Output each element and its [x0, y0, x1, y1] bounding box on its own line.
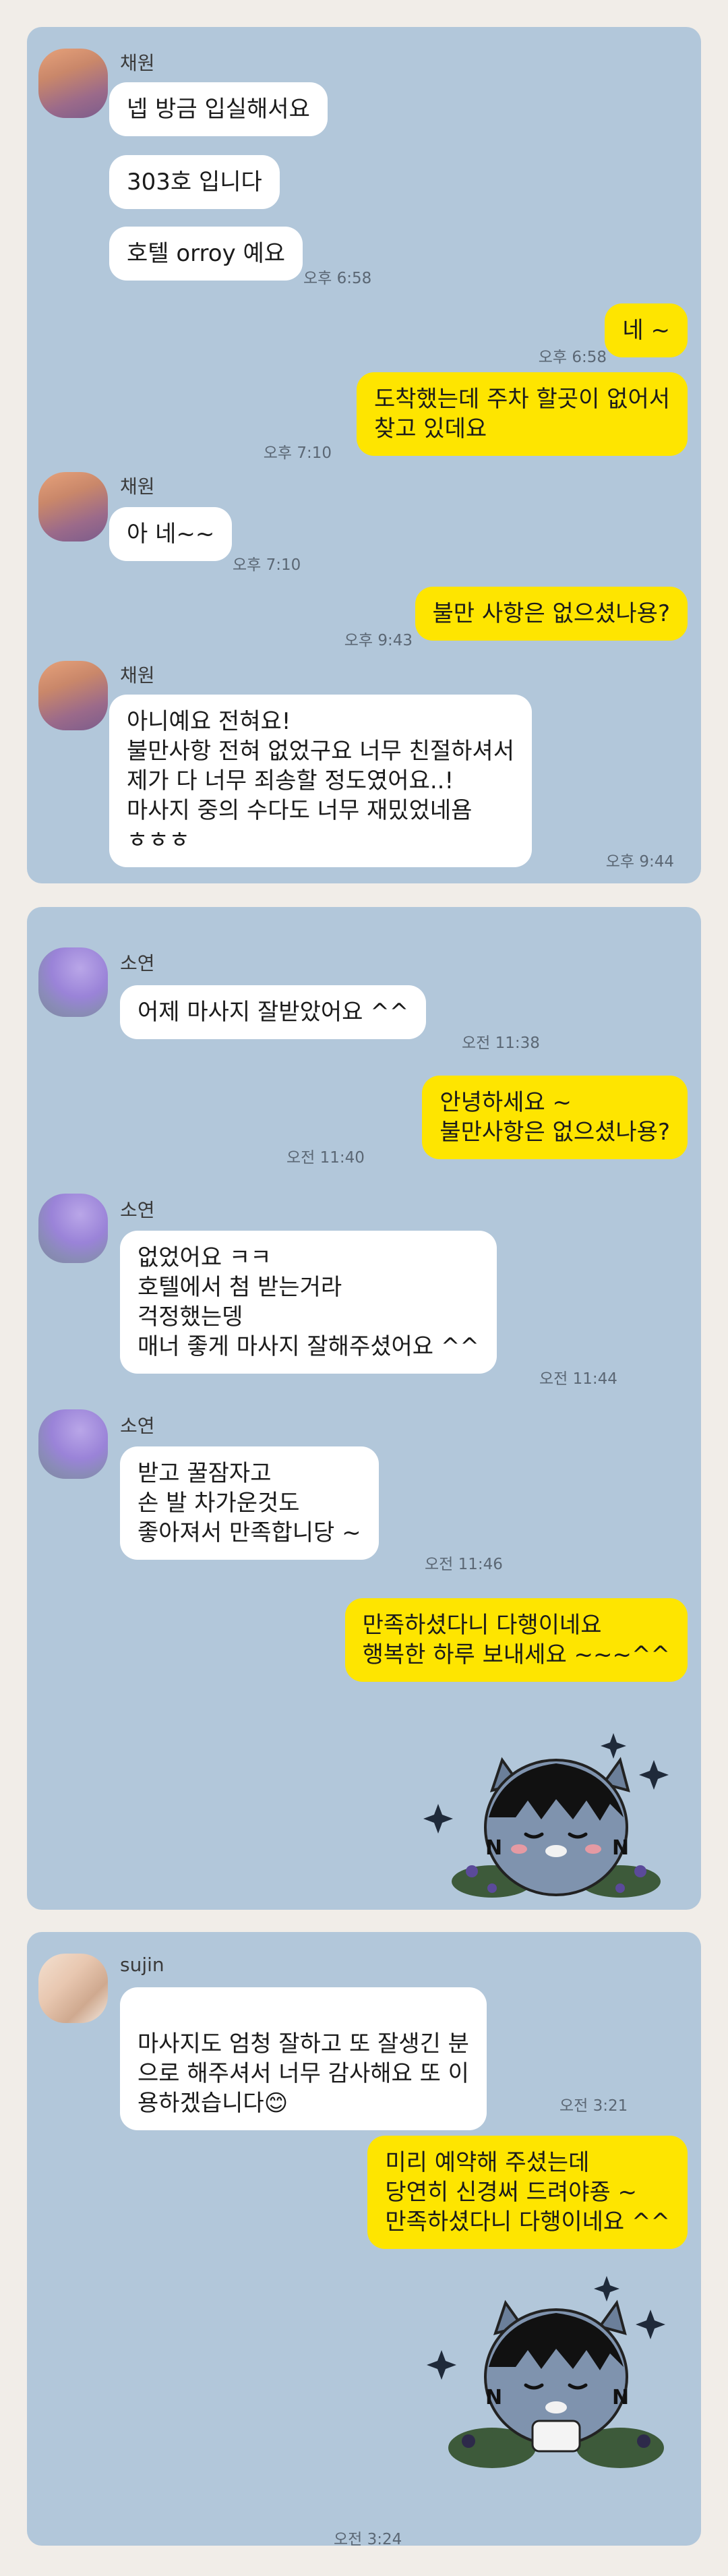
message-bubble[interactable]: 미리 예약해 주셨는데 당연히 신경써 드려야죵 ~ 만족하셨다니 다행이네요 …	[367, 2136, 688, 2249]
message-text: 마사지도 엄청 잘하고 또 잘생긴 분 으로 해주셔서 너무 감사해요 또 이 …	[138, 2030, 469, 2117]
message-bubble[interactable]: 호텔 orroy 예요	[109, 227, 303, 281]
sender-name: 소연	[120, 1415, 155, 1437]
chat-panel-3: sujin 마사지도 엄청 잘하고 또 잘생긴 분 으로 해주셔서 너무 감사해…	[27, 1932, 701, 2548]
avatar[interactable]	[38, 49, 108, 118]
message-time: 오전 3:21	[559, 2097, 628, 2115]
smile-emoji-icon: 😊	[264, 2090, 289, 2117]
message-bubble[interactable]: 불만 사항은 없으셨나용?	[415, 587, 688, 641]
chat-panel-2: 소연 어제 마사지 잘받았어요 ^^ 오전 11:38 안녕하세요 ~ 불만사항…	[27, 907, 701, 1910]
sticker-icon[interactable]: N N	[418, 1726, 694, 1898]
message-time: 오후 7:10	[263, 444, 332, 462]
sticker-icon[interactable]: N N	[418, 2269, 694, 2471]
message-time: 오후 6:58	[538, 349, 607, 366]
message-bubble[interactable]: 네 ~	[605, 303, 688, 357]
avatar[interactable]	[38, 661, 108, 730]
message-time: 오후 7:10	[233, 556, 301, 574]
message-bubble[interactable]: 안녕하세요 ~ 불만사항은 없으셨나용?	[422, 1076, 688, 1159]
message-bubble[interactable]: 아니예요 전혀요! 불만사항 전혀 없었구요 너무 친절하셔서 제가 다 너무 …	[109, 695, 532, 867]
chat-panel-1: 채원 넵 방금 입실해서요 303호 입니다 호텔 orroy 예요 오후 6:…	[27, 27, 701, 883]
message-bubble[interactable]: 어제 마사지 잘받았어요 ^^	[120, 985, 427, 1039]
message-time: 오전 11:46	[425, 1556, 503, 1573]
svg-text:N: N	[485, 2386, 502, 2409]
sender-name: 소연	[120, 952, 155, 974]
message-time: 오후 9:43	[344, 632, 413, 649]
message-bubble[interactable]: 만족하셨다니 다행이네요 행복한 하루 보내세요 ~~~^^	[344, 1598, 688, 1682]
svg-text:N: N	[612, 1836, 629, 1860]
message-time: 오전 3:24	[334, 2531, 402, 2548]
message-bubble[interactable]: 303호 입니다	[109, 155, 280, 209]
svg-text:N: N	[612, 2386, 629, 2409]
message-bubble[interactable]: 마사지도 엄청 잘하고 또 잘생긴 분 으로 해주셔서 너무 감사해요 또 이 …	[120, 1987, 487, 2130]
message-time: 오후 9:44	[605, 853, 674, 871]
message-bubble[interactable]: 없었어요 ㅋㅋ 호텔에서 첨 받는거라 걱정했는뎅 매너 좋게 마사지 잘해주셨…	[120, 1231, 497, 1374]
message-bubble[interactable]: 도착했는데 주차 할곳이 없어서 찾고 있데요	[356, 372, 688, 456]
message-time: 오전 11:44	[539, 1370, 617, 1388]
avatar[interactable]	[38, 1954, 108, 2023]
avatar[interactable]	[38, 1409, 108, 1479]
message-bubble[interactable]: 받고 꿀잠자고 손 발 차가운것도 좋아져서 만족합니당 ~	[120, 1446, 379, 1560]
sender-name: 소연	[120, 1199, 155, 1221]
message-bubble[interactable]: 아 네~~	[109, 507, 233, 561]
sender-name: 채원	[120, 52, 155, 74]
message-bubble[interactable]: 넵 방금 입실해서요	[109, 82, 328, 136]
sender-name: 채원	[120, 664, 155, 686]
message-time: 오후 6:58	[303, 270, 372, 287]
message-time: 오전 11:40	[286, 1149, 365, 1167]
sender-name: sujin	[120, 1954, 164, 1976]
message-time: 오전 11:38	[462, 1034, 540, 1052]
avatar[interactable]	[38, 472, 108, 541]
svg-text:N: N	[485, 1836, 502, 1860]
avatar[interactable]	[38, 1194, 108, 1263]
avatar[interactable]	[38, 947, 108, 1017]
sender-name: 채원	[120, 475, 155, 498]
